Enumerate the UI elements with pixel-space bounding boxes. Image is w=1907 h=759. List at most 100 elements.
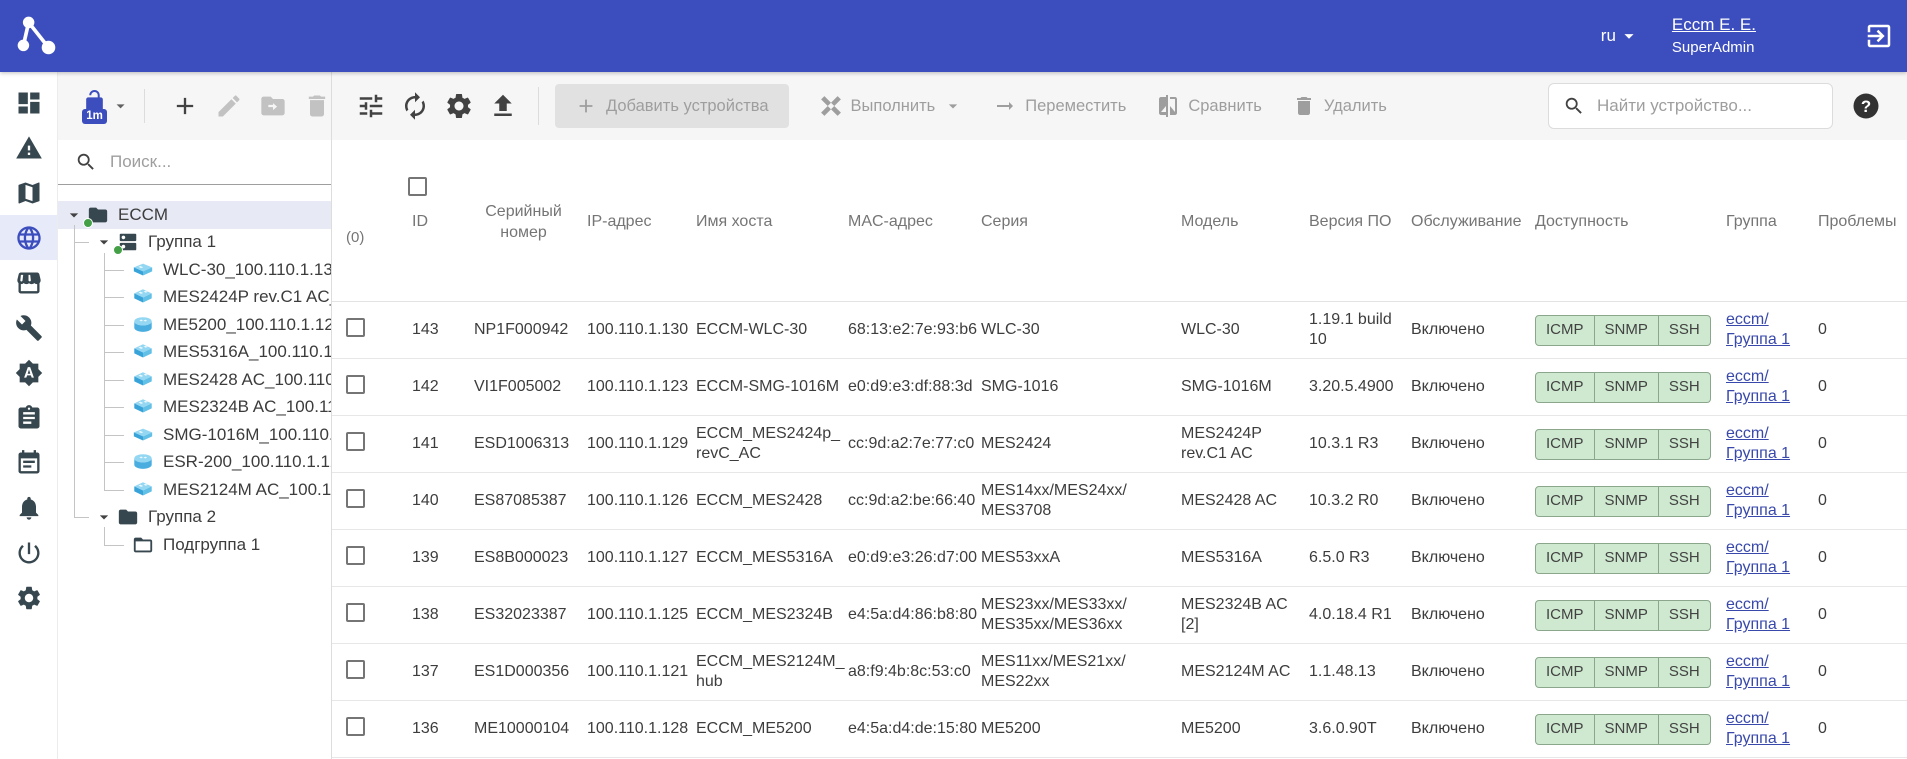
tree-node[interactable]: MES2428 AC_100.110.1.1 [58, 366, 331, 394]
col-maintenance[interactable]: Обслуживание [1411, 140, 1535, 302]
cell-model: MES2324B AC [2] [1181, 587, 1309, 644]
cell-model: MES2428 AC [1181, 473, 1309, 530]
lock-status-button[interactable]: 1m [82, 89, 107, 124]
rail-item-calendar[interactable] [0, 440, 57, 485]
row-checkbox[interactable] [346, 432, 365, 451]
rail-item-power[interactable] [0, 530, 57, 575]
protocol-badge-icmp: ICMP [1535, 657, 1595, 688]
tree-node[interactable]: MES5316A_100.110.1.127 [58, 339, 331, 367]
protocol-badge-snmp: SNMP [1595, 315, 1659, 346]
devices-table-card: (0) ID Серийный номер IP-адрес Имя хоста… [332, 140, 1907, 759]
cell-problems: 0 [1818, 359, 1907, 416]
refresh-icon[interactable] [400, 91, 430, 121]
rail-item-gear[interactable] [0, 575, 57, 620]
tree-node[interactable]: MES2324B AC_100.110.1. [58, 394, 331, 422]
group-link[interactable]: eccm/ Группа 1 [1726, 482, 1790, 519]
map-icon [15, 179, 43, 207]
router-icon [132, 314, 154, 336]
lock-dropdown-icon[interactable] [111, 95, 130, 117]
edit-group-button[interactable] [215, 92, 243, 120]
cell-problems: 0 [1818, 416, 1907, 473]
col-series[interactable]: Серия [981, 140, 1181, 302]
rail-item-clipboard[interactable] [0, 395, 57, 440]
tree-node[interactable]: ME5200_100.110.1.128 [58, 311, 331, 339]
group-link[interactable]: eccm/ Группа 1 [1726, 368, 1790, 405]
col-firmware[interactable]: Версия ПО [1309, 140, 1411, 302]
tree-search-input[interactable] [110, 152, 321, 172]
cell-model: WLC-30 [1181, 302, 1309, 359]
group-link[interactable]: eccm/ Группа 1 [1726, 539, 1790, 576]
compare-button[interactable]: Сравнить [1156, 94, 1262, 118]
tree-node[interactable]: SMG-1016M_100.110.1.12 [58, 421, 331, 449]
add-devices-button[interactable]: Добавить устройства [555, 84, 789, 128]
expander-icon[interactable] [94, 232, 114, 252]
col-availability[interactable]: Доступность [1535, 140, 1726, 302]
rail-item-map[interactable] [0, 170, 57, 215]
col-mac[interactable]: MAC-адрес [848, 140, 981, 302]
col-ip[interactable]: IP-адрес [587, 140, 696, 302]
availability-badges: ICMPSNMPSSH [1535, 315, 1711, 346]
logout-icon[interactable] [1864, 21, 1894, 51]
col-group[interactable]: Группа [1726, 140, 1818, 302]
rail-item-brightness-auto[interactable] [0, 350, 57, 395]
group-link[interactable]: eccm/ Группа 1 [1726, 710, 1790, 747]
tree-node[interactable]: ESR-200_100.110.1.122 [58, 449, 331, 477]
trash-icon [303, 92, 331, 120]
tree-node[interactable]: WLC-30_100.110.1.130 [58, 256, 331, 284]
row-checkbox[interactable] [346, 546, 365, 565]
cell-ip: 100.110.1.126 [587, 473, 696, 530]
tree-node[interactable]: ECCM [58, 201, 331, 229]
row-checkbox[interactable] [346, 660, 365, 679]
cell-id: 141 [412, 416, 474, 473]
compare-label: Сравнить [1188, 97, 1262, 116]
tree-node[interactable]: Группа 2 [58, 504, 331, 532]
row-checkbox[interactable] [346, 717, 365, 736]
group-link[interactable]: eccm/ Группа 1 [1726, 425, 1790, 462]
cell-series: MES2424 [981, 416, 1181, 473]
col-id[interactable]: ID [412, 140, 474, 302]
group-link[interactable]: eccm/ Группа 1 [1726, 596, 1790, 633]
rail-item-dashboard[interactable] [0, 80, 57, 125]
tree-node[interactable]: Группа 1 [58, 229, 331, 257]
group-link[interactable]: eccm/ Группа 1 [1726, 311, 1790, 348]
row-checkbox[interactable] [346, 318, 365, 337]
rail-item-warning[interactable] [0, 125, 57, 170]
rail-item-bell[interactable] [0, 485, 57, 530]
cell-id: 140 [412, 473, 474, 530]
col-hostname[interactable]: Имя хоста [696, 140, 848, 302]
cell-serial: VI1F005002 [474, 359, 587, 416]
help-icon[interactable] [1851, 91, 1881, 121]
col-serial[interactable]: Серийный номер [474, 140, 587, 302]
tree-node[interactable]: Подгруппа 1 [58, 531, 331, 559]
language-selector[interactable]: ru [1601, 25, 1640, 47]
col-model[interactable]: Модель [1181, 140, 1309, 302]
col-problems[interactable]: Проблемы [1818, 140, 1907, 302]
rail-item-storefront[interactable] [0, 260, 57, 305]
folder-icon [117, 506, 139, 528]
filter-columns-icon[interactable] [356, 91, 386, 121]
move-button[interactable]: Переместить [993, 94, 1126, 118]
rail-item-globe[interactable] [0, 215, 57, 260]
row-checkbox[interactable] [346, 603, 365, 622]
tree-node[interactable]: MES2424P rev.C1 AC_100 [58, 284, 331, 312]
rail-item-wrench[interactable] [0, 305, 57, 350]
device-search-input[interactable] [1597, 96, 1822, 116]
delete-group-button[interactable] [303, 92, 331, 120]
cell-model: MES2424P rev.C1 AC [1181, 416, 1309, 473]
expander-icon[interactable] [64, 205, 84, 225]
table-settings-icon[interactable] [444, 91, 474, 121]
upload-icon[interactable] [488, 91, 518, 121]
divider [144, 89, 145, 123]
expander-icon[interactable] [94, 507, 114, 527]
move-group-button[interactable] [259, 92, 287, 120]
add-group-button[interactable] [171, 92, 199, 120]
tree-node[interactable]: MES2124M AC_100.110.1 [58, 476, 331, 504]
select-all-checkbox[interactable] [408, 177, 427, 196]
delete-button[interactable]: Удалить [1292, 94, 1387, 118]
main-area: Добавить устройства Выполнить Переместит… [332, 72, 1907, 759]
user-profile-link[interactable]: Eccm E. E. [1672, 15, 1756, 34]
row-checkbox[interactable] [346, 489, 365, 508]
group-link[interactable]: eccm/ Группа 1 [1726, 653, 1790, 690]
row-checkbox[interactable] [346, 375, 365, 394]
execute-button[interactable]: Выполнить [819, 94, 964, 118]
